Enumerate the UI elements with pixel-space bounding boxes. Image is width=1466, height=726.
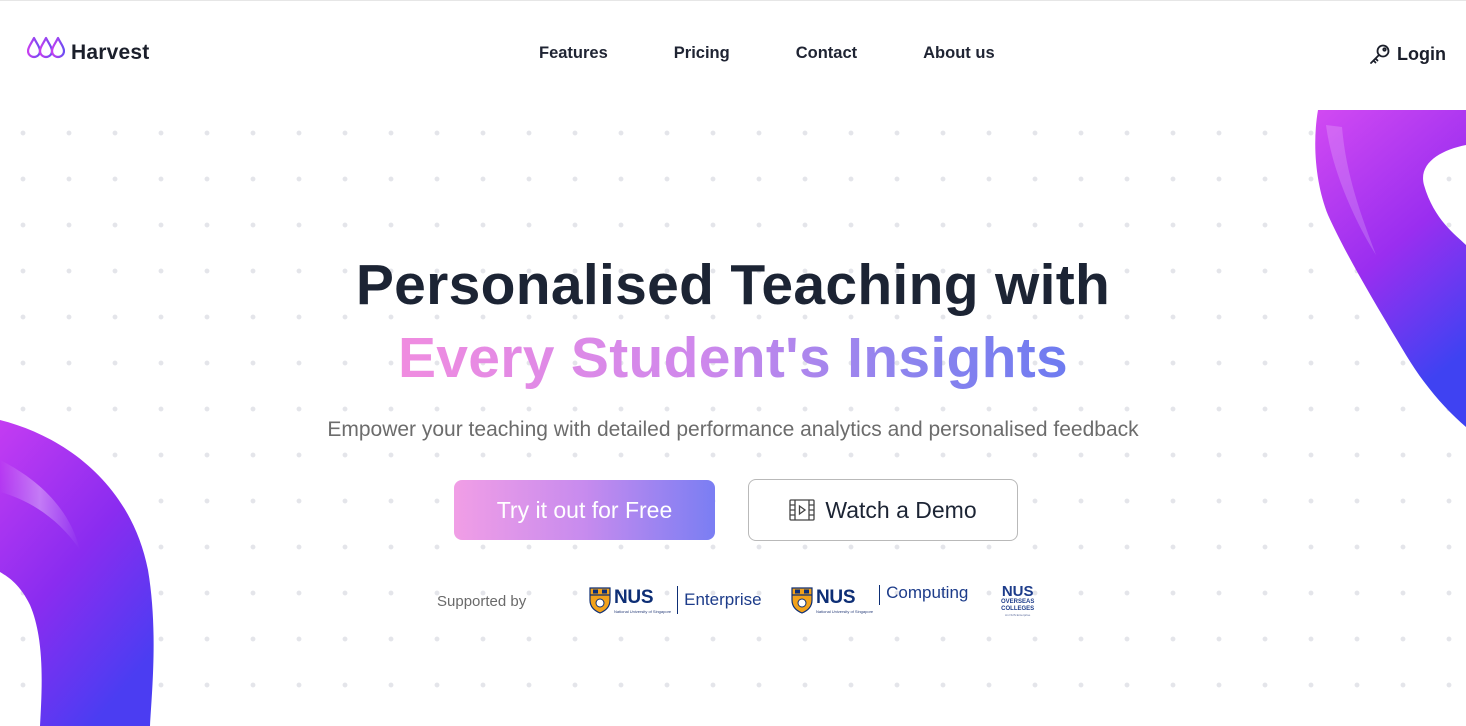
top-navigation: Harvest Features Pricing Contact About u… <box>0 0 1466 110</box>
nus-unit-name: Enterprise <box>684 590 762 609</box>
supported-by-label: Supported by <box>437 593 527 610</box>
nus-wordmark: NUS <box>816 586 856 608</box>
logo-divider <box>677 586 679 614</box>
nusoc-line3: COLLEGES <box>1001 606 1035 612</box>
hero-heading: Personalised Teaching with Every Student… <box>0 248 1466 394</box>
sponsor-nus-computing[interactable]: NUS National University of Singapore Com… <box>791 583 969 614</box>
hero-title-line1: Personalised Teaching with <box>355 253 1111 317</box>
login-button[interactable]: Login <box>1369 43 1446 65</box>
sponsor-nus-overseas-colleges[interactable]: NUS OVERSEAS COLLEGES An NUS Enterprise <box>1001 584 1034 617</box>
nav-links: Features Pricing Contact About us <box>539 44 995 63</box>
harvest-drops-icon <box>27 36 65 69</box>
try-free-button[interactable]: Try it out for Free <box>454 480 715 540</box>
login-label: Login <box>1397 43 1446 64</box>
brand-name: Harvest <box>71 41 150 64</box>
hero-title-line2: Every Student's Insights <box>398 322 1068 394</box>
nav-link-pricing[interactable]: Pricing <box>674 44 730 63</box>
nusoc-line2: OVERSEAS <box>1001 599 1035 605</box>
key-icon <box>1370 44 1390 64</box>
try-free-label: Try it out for Free <box>496 496 673 523</box>
nus-crest-icon <box>791 587 813 614</box>
watch-demo-button[interactable]: Watch a Demo <box>748 479 1018 541</box>
nav-link-about-us[interactable]: About us <box>923 44 995 63</box>
video-play-icon <box>789 499 816 521</box>
nus-wordmark: NUS <box>614 586 654 608</box>
brand-logo[interactable]: Harvest <box>27 36 149 70</box>
nusoc-wordmark: NUS <box>1001 583 1034 600</box>
nus-unit-name: Computing <box>886 583 969 602</box>
ribbon-decoration-left <box>0 420 154 726</box>
nav-link-features[interactable]: Features <box>539 44 608 63</box>
nusoc-tagline: An NUS Enterprise <box>1005 613 1031 617</box>
nus-crest-icon <box>589 587 611 614</box>
hero-subtitle: Empower your teaching with detailed perf… <box>327 418 1139 441</box>
nav-link-contact[interactable]: Contact <box>796 44 857 63</box>
logo-divider <box>879 585 881 605</box>
nus-fullname: National University of Singapore <box>816 608 874 614</box>
landing-page: Harvest Features Pricing Contact About u… <box>0 0 1466 726</box>
nus-fullname: National University of Singapore <box>614 608 672 614</box>
watch-demo-label: Watch a Demo <box>825 496 977 523</box>
sponsor-nus-enterprise[interactable]: NUS National University of Singapore Ent… <box>589 586 762 614</box>
